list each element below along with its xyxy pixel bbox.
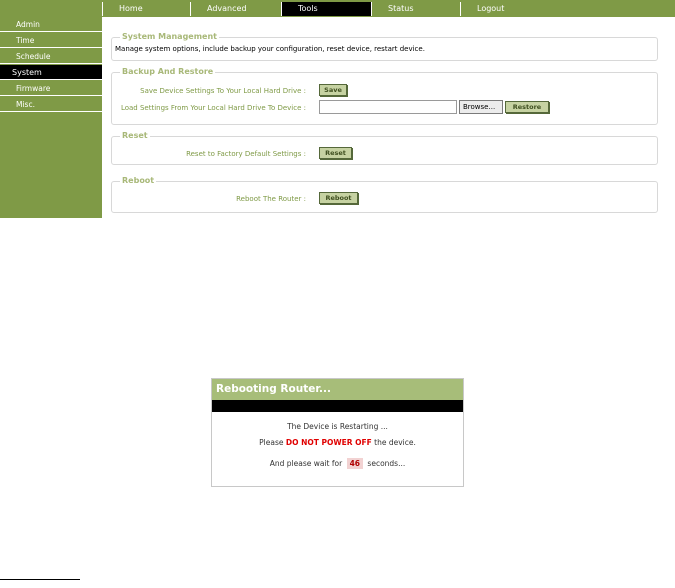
settings-file-input[interactable] — [319, 100, 457, 114]
section-title-system-management: System Management — [120, 31, 219, 43]
countdown-seconds: 46 — [346, 458, 364, 469]
reset-factory-label: Reset to Factory Default Settings : — [186, 150, 306, 158]
tab-advanced[interactable]: Advanced — [190, 2, 281, 16]
sidebar-item-admin[interactable]: Admin — [0, 17, 102, 32]
wait-suffix: seconds... — [367, 459, 406, 468]
restarting-message: The Device is Restarting ... — [287, 422, 388, 431]
reboot-section: Reboot Reboot The Router : Reboot — [111, 175, 658, 213]
power-warning-message: Please DO NOT POWER OFF the device. — [212, 438, 463, 447]
system-management-section: System Management Manage system options,… — [111, 31, 658, 61]
tab-logout[interactable]: Logout — [460, 2, 675, 16]
browse-button[interactable]: Browse... — [459, 100, 503, 114]
router-admin-page: Home Advanced Tools Status Logout Admin … — [0, 0, 675, 588]
rebooting-dialog: Rebooting Router... The Device is Restar… — [211, 378, 464, 487]
restore-button[interactable]: Restore — [505, 101, 549, 113]
save-settings-label: Save Device Settings To Your Local Hard … — [140, 87, 306, 95]
top-navigation-bar: Home Advanced Tools Status Logout — [0, 0, 675, 17]
sidebar-item-schedule[interactable]: Schedule — [0, 49, 102, 64]
reboot-button[interactable]: Reboot — [319, 192, 358, 204]
wait-prefix: And please wait for — [269, 459, 343, 468]
power-warning-text: DO NOT POWER OFF — [285, 438, 372, 447]
load-settings-label: Load Settings From Your Local Hard Drive… — [120, 104, 306, 112]
sidebar: Admin Time Schedule System Firmware Misc… — [0, 17, 102, 218]
divider-line — [0, 579, 80, 580]
reboot-router-label: Reboot The Router : — [236, 195, 306, 203]
sidebar-item-time[interactable]: Time — [0, 33, 102, 48]
wait-message: And please wait for 46 seconds... — [212, 458, 463, 469]
section-title-backup-restore: Backup And Restore — [120, 66, 216, 78]
save-button[interactable]: Save — [319, 84, 347, 96]
dialog-title: Rebooting Router... — [212, 379, 463, 400]
sidebar-item-firmware[interactable]: Firmware — [0, 81, 102, 96]
reset-section: Reset Reset to Factory Default Settings … — [111, 130, 658, 165]
dialog-header-bar — [212, 400, 463, 412]
section-title-reset: Reset — [120, 130, 150, 142]
sidebar-item-system[interactable]: System — [0, 65, 102, 80]
tab-status[interactable]: Status — [371, 2, 460, 16]
backup-restore-section: Backup And Restore Save Device Settings … — [111, 66, 658, 125]
power-warning-prefix: Please — [259, 438, 284, 447]
tab-tools[interactable]: Tools — [281, 2, 371, 16]
power-warning-suffix: the device. — [374, 438, 416, 447]
sidebar-item-misc[interactable]: Misc. — [0, 97, 102, 112]
reset-button[interactable]: Reset — [319, 147, 352, 159]
tab-home[interactable]: Home — [102, 2, 190, 16]
section-title-reboot: Reboot — [120, 175, 157, 187]
system-management-description: Manage system options, include backup yo… — [115, 45, 425, 53]
